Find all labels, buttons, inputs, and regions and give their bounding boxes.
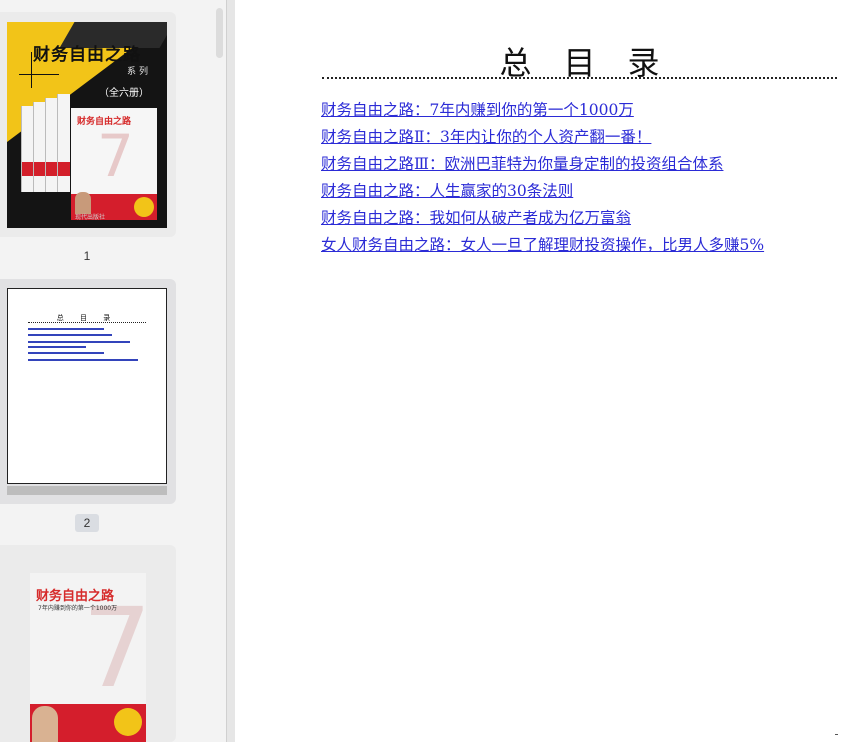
sidebar-scrollbar-thumb[interactable]: [216, 8, 223, 58]
thumb-toc-link: [28, 328, 104, 330]
cover-crosshair: [19, 74, 59, 75]
toc-item: 财务自由之路：人生赢家的30条法则: [321, 181, 764, 208]
cover-publisher: 现代出版社: [75, 214, 106, 221]
thumb-toc-link: [28, 334, 112, 336]
thumb-toc-link: [28, 359, 138, 361]
thumb-toc-link: [28, 341, 130, 343]
page-number-label-active: 2: [75, 514, 99, 532]
cover-subtitle: 7年内赚到你的第一个1000万: [38, 605, 118, 612]
thumbnail-page-2-scroll-strip: [7, 486, 167, 495]
book-spine: [57, 94, 70, 192]
toc-link-2[interactable]: 财务自由之路Ⅱ：3年内让你的个人资产翻一番！: [321, 128, 651, 146]
title-dotted-rule: [322, 77, 837, 79]
cover-crosshair: [31, 52, 32, 88]
toc-item: 财务自由之路Ⅱ：3年内让你的个人资产翻一番！: [321, 127, 764, 154]
toc-link-5[interactable]: 财务自由之路：我如何从破产者成为亿万富翁: [321, 209, 631, 227]
cover-seven-graphic: 7: [97, 122, 134, 190]
toc-link-4[interactable]: 财务自由之路：人生赢家的30条法则: [321, 182, 573, 200]
thumbnail-page-1-cover[interactable]: 财务自由之路 系列 （全六册） 7 财务自由之路 现代出版社: [7, 22, 167, 228]
thumbnail-sidebar: 财务自由之路 系列 （全六册） 7 财务自由之路 现代出版社 1 总 目 录 2…: [0, 0, 226, 742]
book-title: 财务自由之路: [77, 117, 132, 127]
cover-title: 财务自由之路: [36, 589, 115, 604]
cover-series: 系列: [127, 67, 152, 77]
thumbnail-page-3-cover[interactable]: 7 财务自由之路 7年内赚到你的第一个1000万: [30, 573, 146, 742]
thumbnail-page-2-preview[interactable]: 总 目 录: [7, 288, 167, 484]
author-photo: [32, 706, 58, 742]
price-badge: [134, 197, 154, 217]
toc-item: 财务自由之路：7年内赚到你的第一个1000万: [321, 100, 764, 127]
toc-link-6[interactable]: 女人财务自由之路：女人一旦了解理财投资操作，比男人多赚5%: [321, 236, 764, 254]
panel-divider[interactable]: [226, 0, 235, 742]
thumb-toc-rule: [28, 322, 146, 323]
toc-link-3[interactable]: 财务自由之路Ⅲ：欧洲巴菲特为你量身定制的投资组合体系: [321, 155, 723, 173]
thumb-toc-link: [28, 346, 86, 348]
price-badge: [114, 708, 142, 736]
toc-item: 财务自由之路Ⅲ：欧洲巴菲特为你量身定制的投资组合体系: [321, 154, 764, 181]
cover-count: （全六册）: [99, 88, 149, 99]
sidebar-scrollbar[interactable]: [213, 0, 225, 742]
page-number-label: 1: [83, 249, 91, 263]
toc-item: 财务自由之路：我如何从破产者成为亿万富翁: [321, 208, 764, 235]
page-corner-mark: [835, 734, 838, 735]
book-front-cover: 7 财务自由之路: [71, 108, 157, 220]
table-of-contents: 财务自由之路：7年内赚到你的第一个1000万 财务自由之路Ⅱ：3年内让你的个人资…: [321, 100, 764, 262]
author-photo: [75, 192, 91, 214]
cover-title: 财务自由之路: [33, 45, 141, 65]
toc-item: 女人财务自由之路：女人一旦了解理财投资操作，比男人多赚5%: [321, 235, 764, 262]
thumb-toc-link: [28, 352, 104, 354]
toc-link-1[interactable]: 财务自由之路：7年内赚到你的第一个1000万: [321, 101, 634, 119]
